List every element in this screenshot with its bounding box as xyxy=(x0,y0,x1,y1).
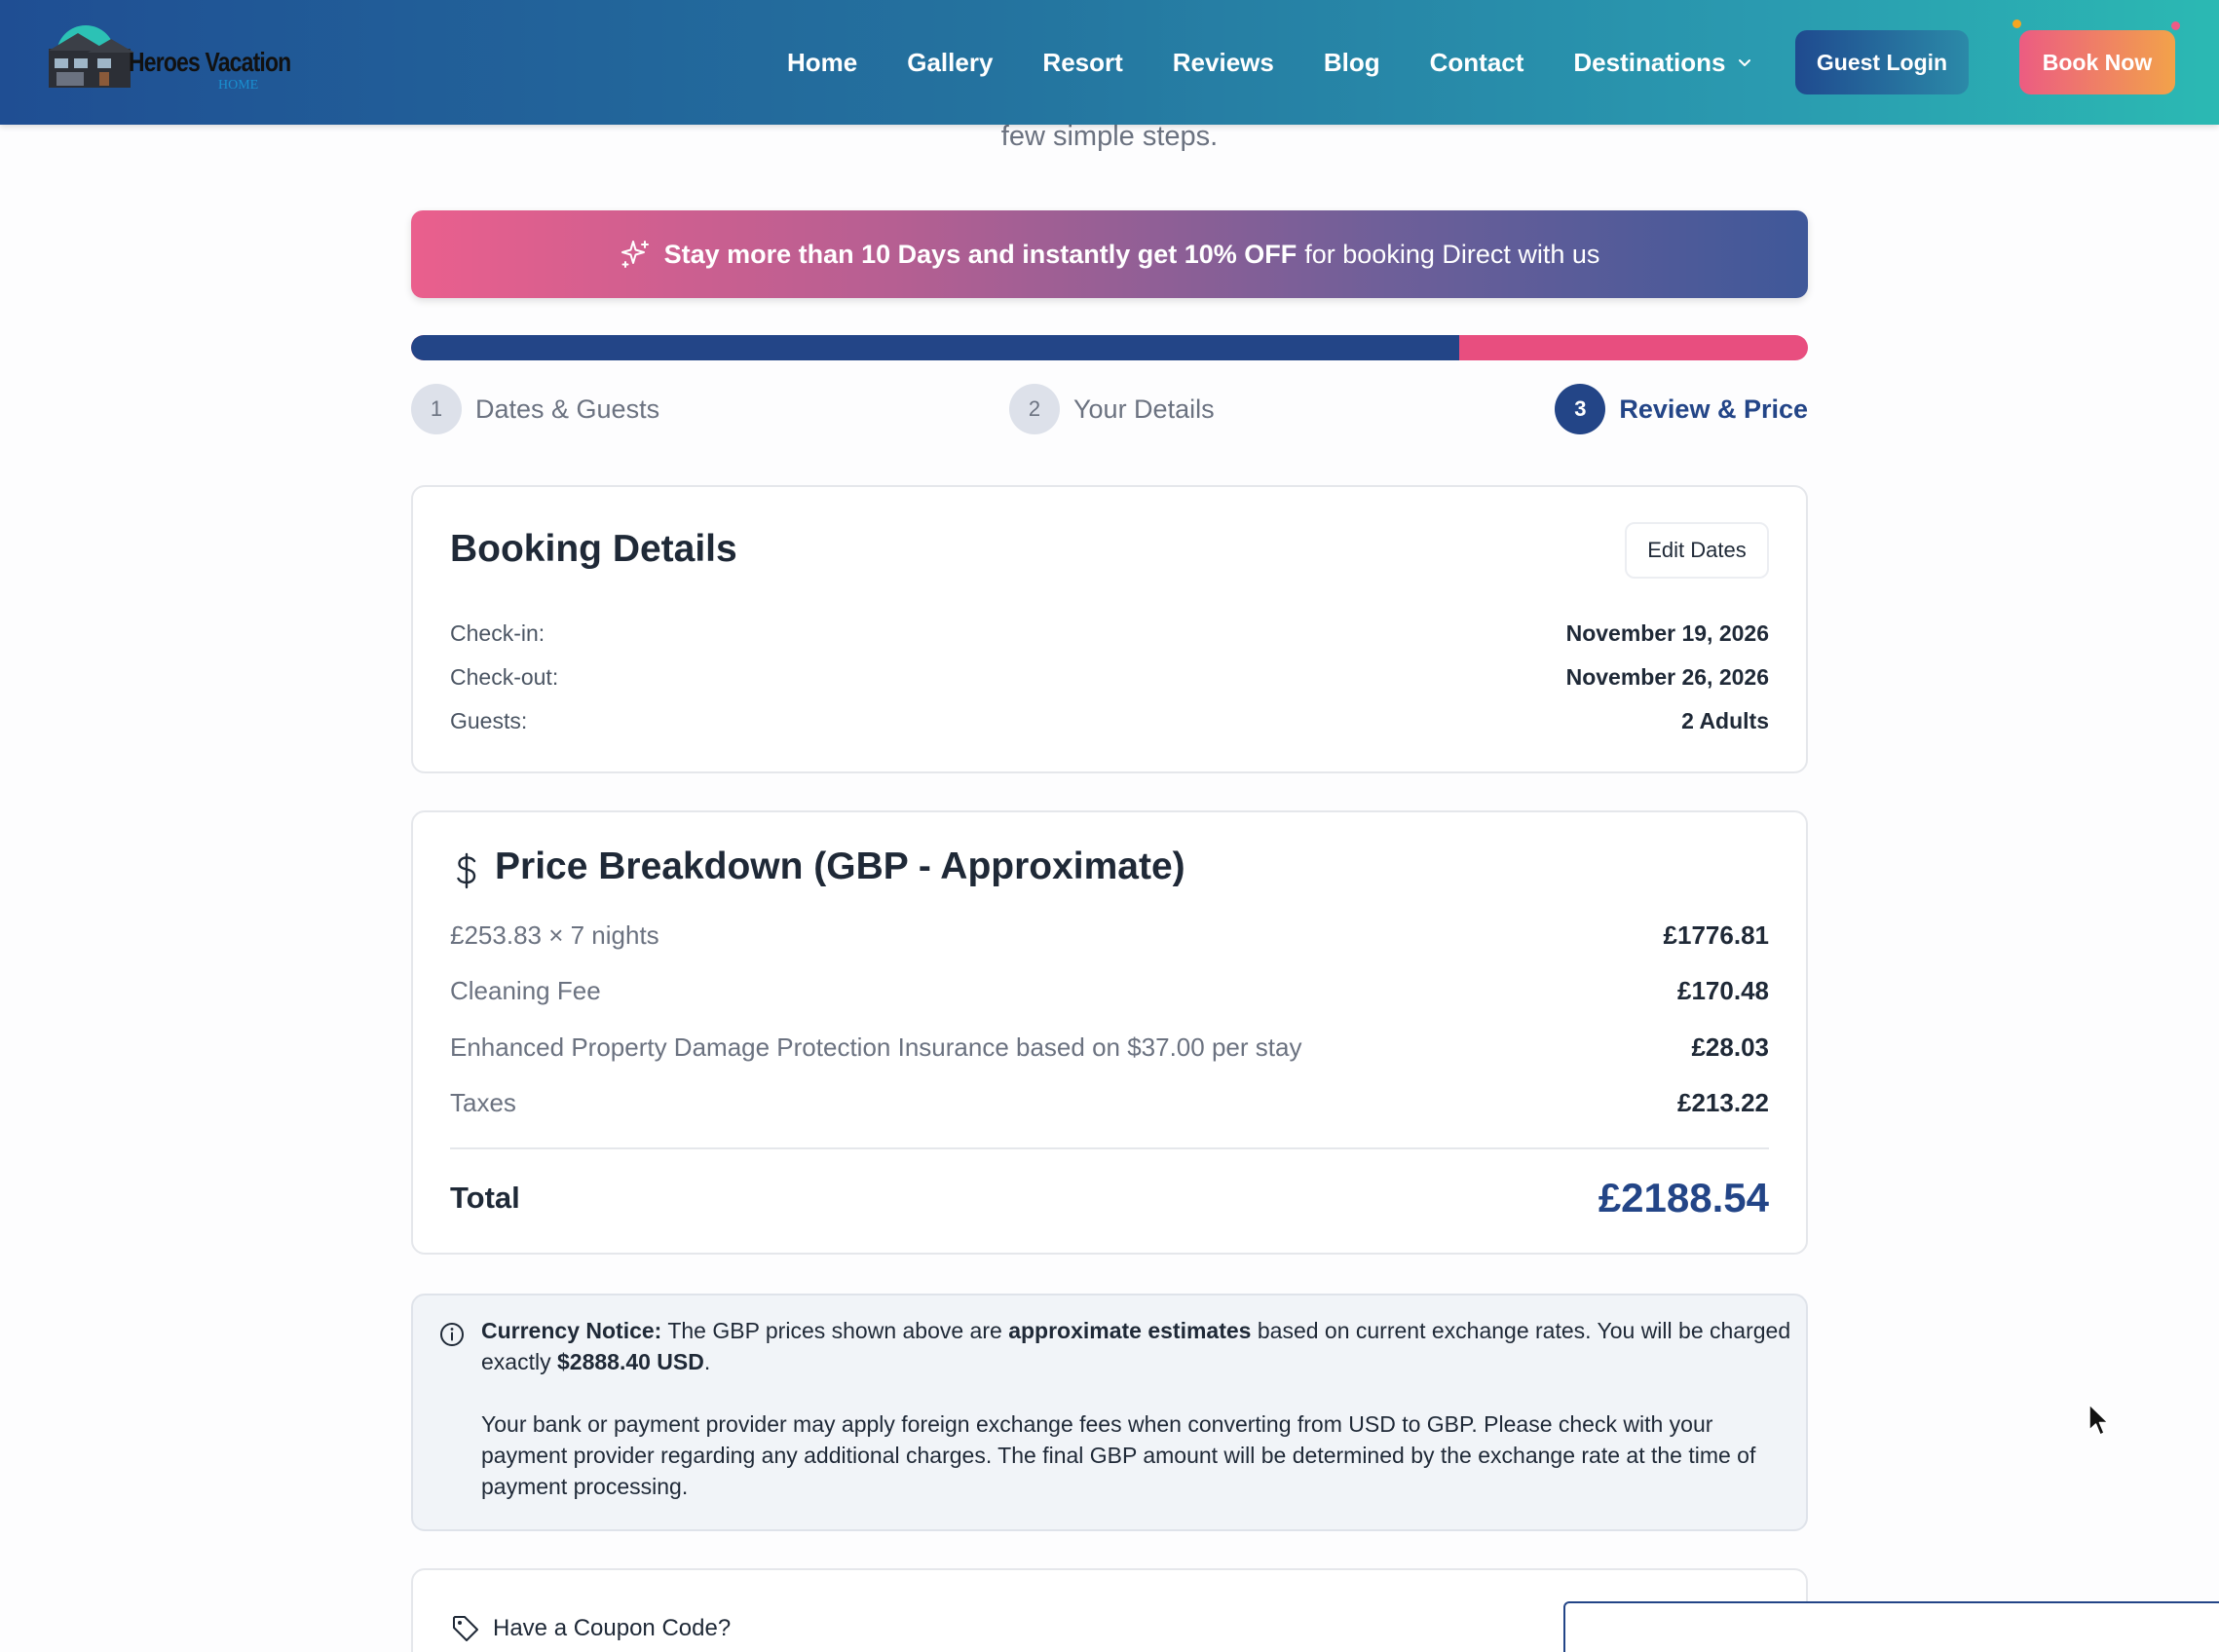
notice-heading: Currency Notice: xyxy=(481,1318,662,1343)
checkout-row: Check-out: November 26, 2026 xyxy=(450,661,1769,693)
notice-text-a: The GBP prices shown above are xyxy=(667,1318,1002,1343)
checkout-label: Check-out: xyxy=(450,663,559,690)
cleaning-fee-label: Cleaning Fee xyxy=(450,975,601,1005)
cleaning-fee-row: Cleaning Fee £170.48 xyxy=(450,973,1769,1008)
booking-details-title: Booking Details xyxy=(450,528,737,570)
house-logo-icon xyxy=(49,25,134,88)
nightly-rate-value: £1776.81 xyxy=(1663,920,1769,950)
decor-dot xyxy=(2171,21,2180,30)
promo-headline: Stay more than 10 Days and instantly get… xyxy=(663,239,1298,269)
checkin-label: Check-in: xyxy=(450,620,545,646)
currency-notice: Currency Notice: The GBP prices shown ab… xyxy=(411,1294,1808,1531)
tag-icon xyxy=(453,1616,478,1641)
total-value: £2188.54 xyxy=(1598,1175,1769,1220)
nightly-rate-row: £253.83 × 7 nights £1776.81 xyxy=(450,918,1769,953)
chevron-down-icon xyxy=(1739,59,1751,66)
checkin-value: November 19, 2026 xyxy=(1565,620,1769,646)
step-number: 1 xyxy=(411,384,462,434)
notice-emphasis: approximate estimates xyxy=(1008,1318,1252,1343)
step-number: 2 xyxy=(1009,384,1060,434)
nav-destinations-dropdown[interactable]: Destinations xyxy=(1573,48,1752,78)
promo-banner: Stay more than 10 Days and instantly get… xyxy=(411,210,1808,298)
insurance-value: £28.03 xyxy=(1691,1032,1769,1062)
taxes-value: £213.22 xyxy=(1677,1087,1769,1117)
coupon-label: Have a Coupon Code? xyxy=(493,1615,732,1641)
insurance-row: Enhanced Property Damage Protection Insu… xyxy=(450,1030,1769,1065)
guests-row: Guests: 2 Adults xyxy=(450,705,1769,736)
dollar-icon xyxy=(457,852,476,889)
mouse-cursor-icon xyxy=(2088,1404,2109,1436)
nav-reviews[interactable]: Reviews xyxy=(1173,48,1274,78)
total-row: Total £2188.54 xyxy=(450,1171,1769,1225)
nav-gallery[interactable]: Gallery xyxy=(907,48,993,78)
cleaning-fee-value: £170.48 xyxy=(1677,975,1769,1005)
info-icon xyxy=(440,1323,464,1346)
checkin-row: Check-in: November 19, 2026 xyxy=(450,618,1769,649)
brand-name: Heroes Vacation xyxy=(129,47,291,77)
taxes-row: Taxes £213.22 xyxy=(450,1085,1769,1120)
step-your-details[interactable]: 2 Your Details xyxy=(1009,384,1215,434)
booking-progress-bar xyxy=(411,335,1808,360)
coupon-toggle[interactable]: Have a Coupon Code? xyxy=(450,1613,731,1644)
taxes-label: Taxes xyxy=(450,1087,516,1117)
step-label: Review & Price xyxy=(1619,394,1808,424)
guests-label: Guests: xyxy=(450,707,528,733)
brand-sub: HOME xyxy=(218,78,259,93)
nightly-rate-label: £253.83 × 7 nights xyxy=(450,920,659,950)
divider xyxy=(450,1147,1769,1149)
decor-dot xyxy=(2012,19,2021,28)
edit-dates-button[interactable]: Edit Dates xyxy=(1625,522,1769,579)
currency-notice-text: Currency Notice: The GBP prices shown ab… xyxy=(481,1315,1796,1502)
nav-destinations-label: Destinations xyxy=(1573,47,1726,77)
page-subtitle: few simple steps. xyxy=(1000,121,1219,152)
step-number: 3 xyxy=(1555,384,1606,434)
nav-resort[interactable]: Resort xyxy=(1042,48,1122,78)
price-breakdown-card: Price Breakdown (GBP - Approximate) £253… xyxy=(411,810,1808,1255)
step-dates-guests[interactable]: 1 Dates & Guests xyxy=(411,384,659,434)
page: Heroes Vacation HOME Home Gallery Resort… xyxy=(0,0,2219,1652)
main-nav: Home Gallery Resort Reviews Blog Contact… xyxy=(787,0,1802,125)
book-now-button[interactable]: Book Now xyxy=(2019,30,2175,94)
coupon-code-input[interactable] xyxy=(1563,1601,2219,1652)
notice-fee-warning: Your bank or payment provider may apply … xyxy=(481,1411,1756,1499)
sparkle-icon xyxy=(621,241,649,268)
insurance-label: Enhanced Property Damage Protection Insu… xyxy=(450,1032,1302,1062)
booking-details-card: Booking Details Edit Dates Check-in: Nov… xyxy=(411,485,1808,773)
step-label: Dates & Guests xyxy=(475,394,660,424)
guest-login-button[interactable]: Guest Login xyxy=(1795,30,1969,94)
price-breakdown-title: Price Breakdown (GBP - Approximate) xyxy=(495,845,1185,887)
guests-value: 2 Adults xyxy=(1681,707,1769,733)
step-label: Your Details xyxy=(1073,394,1215,424)
notice-amount: $2888.40 USD xyxy=(556,1349,704,1374)
site-header: Heroes Vacation HOME Home Gallery Resort… xyxy=(0,0,2219,125)
site-logo[interactable]: Heroes Vacation HOME xyxy=(49,25,291,99)
checkout-value: November 26, 2026 xyxy=(1565,663,1769,690)
nav-blog[interactable]: Blog xyxy=(1324,48,1380,78)
step-review-price[interactable]: 3 Review & Price xyxy=(1555,384,1808,434)
promo-detail: for booking Direct with us xyxy=(1304,239,1600,269)
nav-contact[interactable]: Contact xyxy=(1430,48,1524,78)
total-label: Total xyxy=(450,1181,520,1215)
booking-steps: 1 Dates & Guests 2 Your Details 3 Review… xyxy=(411,384,1808,436)
nav-home[interactable]: Home xyxy=(787,48,857,78)
progress-fill xyxy=(411,335,1459,360)
